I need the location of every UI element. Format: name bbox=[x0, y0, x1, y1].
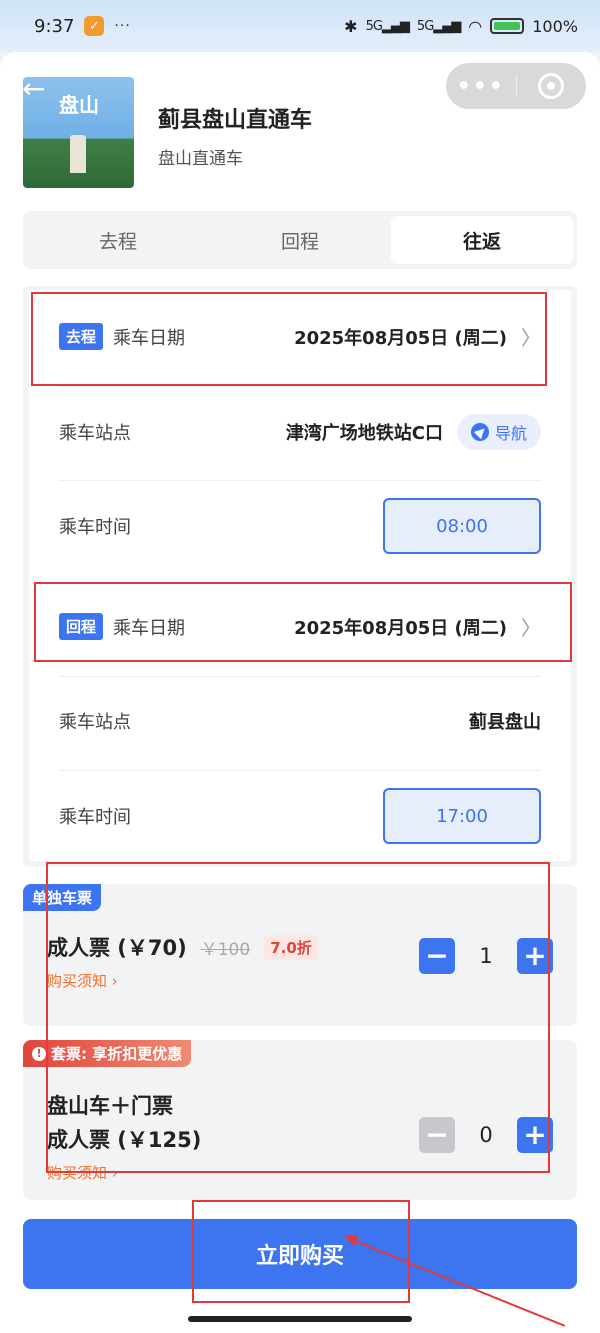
status-time: 9:37 bbox=[34, 15, 75, 37]
chevron-right-icon: 〉 bbox=[521, 326, 541, 350]
outbound-station-value: 津湾广场地铁站C口 bbox=[285, 423, 443, 444]
combo-ticket-name-line1: 盘山车＋门票 bbox=[47, 1094, 173, 1118]
combo-ticket-name-line2: 成人票 (￥125) bbox=[47, 1128, 202, 1152]
combo-ticket-tag: ! 套票: 享折扣更优惠 bbox=[23, 1040, 192, 1067]
alert-icon: ! bbox=[32, 1046, 46, 1061]
increment-button[interactable]: + bbox=[517, 938, 553, 974]
return-chip: 回程 bbox=[59, 613, 104, 640]
close-button[interactable] bbox=[517, 73, 587, 99]
signal-icon-2: 5G▂▄▆ bbox=[416, 18, 461, 34]
return-time-label: 乘车时间 bbox=[59, 807, 131, 828]
original-price: ￥100 bbox=[200, 939, 251, 960]
outbound-time-row: 乘车时间 08:00 bbox=[59, 498, 541, 554]
divider bbox=[59, 676, 541, 677]
single-ticket-stepper: − 1 + bbox=[419, 938, 553, 974]
decrement-button[interactable]: − bbox=[419, 1117, 455, 1153]
return-date-value: 2025年08月05日 (周二) bbox=[294, 617, 507, 639]
return-time-option[interactable]: 17:00 bbox=[383, 788, 541, 844]
trip-details-card: 去程 乘车日期 2025年08月05日 (周二) 〉 乘车站点 津湾广场地铁站C… bbox=[23, 286, 577, 867]
divider bbox=[59, 770, 541, 771]
return-station-label: 乘车站点 bbox=[59, 712, 131, 733]
purchase-notice-link[interactable]: 购买须知 › bbox=[47, 970, 118, 991]
navigate-label: 导航 bbox=[494, 424, 527, 443]
single-ticket-name: 成人票 (￥70) bbox=[47, 936, 187, 960]
outbound-station-value-group: 津湾广场地铁站C口 导航 bbox=[286, 414, 541, 450]
signal-icon-1: 5G▂▄▆ bbox=[365, 18, 410, 34]
outbound-station-label: 乘车站点 bbox=[59, 423, 131, 444]
mini-program-capsule: ••• bbox=[446, 63, 586, 109]
quantity-value: 1 bbox=[479, 944, 493, 968]
discount-badge: 7.0折 bbox=[264, 934, 318, 960]
chevron-right-icon: 〉 bbox=[521, 616, 541, 640]
buy-now-button[interactable]: 立即购买 bbox=[23, 1219, 577, 1289]
combo-ticket-card: ! 套票: 享折扣更优惠 盘山车＋门票 成人票 (￥125) 购买须知 › − … bbox=[23, 1040, 577, 1200]
tab-round-trip[interactable]: 往返 bbox=[391, 216, 573, 264]
return-date-label-group: 回程 乘车日期 bbox=[59, 613, 185, 640]
single-ticket-card: 单独车票 成人票 (￥70) ￥100 7.0折 购买须知 › − 1 + bbox=[23, 884, 577, 1026]
outbound-time-label: 乘车时间 bbox=[59, 517, 131, 538]
purchase-notice-link[interactable]: 购买须知 › bbox=[47, 1162, 118, 1183]
navigation-arrow-icon bbox=[470, 423, 489, 441]
single-ticket-name-group: 成人票 (￥70) ￥100 7.0折 bbox=[47, 932, 318, 962]
return-date-value-group: 2025年08月05日 (周二) 〉 bbox=[294, 612, 541, 641]
thumbnail-text: 盘山 bbox=[59, 93, 99, 117]
outbound-date-value: 2025年08月05日 (周二) bbox=[294, 327, 507, 349]
battery-icon bbox=[490, 18, 525, 34]
bluetooth-icon: ✱ bbox=[344, 16, 358, 36]
pagoda-image bbox=[70, 135, 86, 173]
home-indicator bbox=[188, 1316, 412, 1322]
combo-ticket-stepper: − 0 + bbox=[419, 1117, 553, 1153]
wifi-icon: ◠ bbox=[468, 16, 483, 36]
close-circle-icon bbox=[538, 73, 565, 99]
status-bar: 9:37 ✓ ··· ✱ 5G▂▄▆ 5G▂▄▆ ◠ 100% bbox=[0, 0, 600, 52]
return-date-label: 乘车日期 bbox=[113, 617, 186, 639]
combo-ticket-tag-label: 套票: 享折扣更优惠 bbox=[51, 1045, 183, 1063]
decrement-button[interactable]: − bbox=[419, 938, 455, 974]
trip-type-tabs: 去程 回程 往返 bbox=[23, 211, 577, 269]
increment-button[interactable]: + bbox=[517, 1117, 553, 1153]
notification-app-icon: ✓ bbox=[84, 16, 105, 36]
divider bbox=[59, 386, 541, 387]
divider bbox=[59, 480, 541, 481]
more-icon[interactable]: ••• bbox=[446, 74, 516, 99]
return-time-row: 乘车时间 17:00 bbox=[59, 788, 541, 844]
return-station-value: 蓟县盘山 bbox=[469, 712, 541, 733]
status-right: ✱ 5G▂▄▆ 5G▂▄▆ ◠ 100% bbox=[344, 17, 578, 36]
return-station-row: 乘车站点 蓟县盘山 bbox=[59, 708, 541, 734]
navigate-button[interactable]: 导航 bbox=[456, 414, 541, 450]
outbound-time-option[interactable]: 08:00 bbox=[383, 498, 541, 554]
page-title: 蓟县盘山直通车 bbox=[158, 108, 313, 133]
battery-level: 100% bbox=[532, 16, 578, 36]
outbound-date-row[interactable]: 去程 乘车日期 2025年08月05日 (周二) 〉 bbox=[59, 322, 541, 351]
outbound-date-label: 乘车日期 bbox=[113, 327, 186, 349]
outbound-station-row: 乘车站点 津湾广场地铁站C口 导航 bbox=[59, 414, 541, 450]
tab-return[interactable]: 回程 bbox=[209, 216, 391, 264]
status-left: 9:37 ✓ ··· bbox=[34, 16, 131, 37]
outbound-date-label-group: 去程 乘车日期 bbox=[59, 323, 185, 350]
quantity-value: 0 bbox=[479, 1123, 493, 1147]
return-date-row[interactable]: 回程 乘车日期 2025年08月05日 (周二) 〉 bbox=[59, 612, 541, 641]
single-ticket-tag: 单独车票 bbox=[23, 884, 102, 911]
tab-outbound[interactable]: 去程 bbox=[27, 216, 209, 264]
back-arrow-icon[interactable]: ← bbox=[22, 72, 45, 105]
page-subtitle: 盘山直通车 bbox=[158, 149, 243, 169]
outbound-chip: 去程 bbox=[59, 323, 104, 350]
status-dots: ··· bbox=[114, 18, 131, 34]
outbound-date-value-group: 2025年08月05日 (周二) 〉 bbox=[294, 322, 541, 351]
